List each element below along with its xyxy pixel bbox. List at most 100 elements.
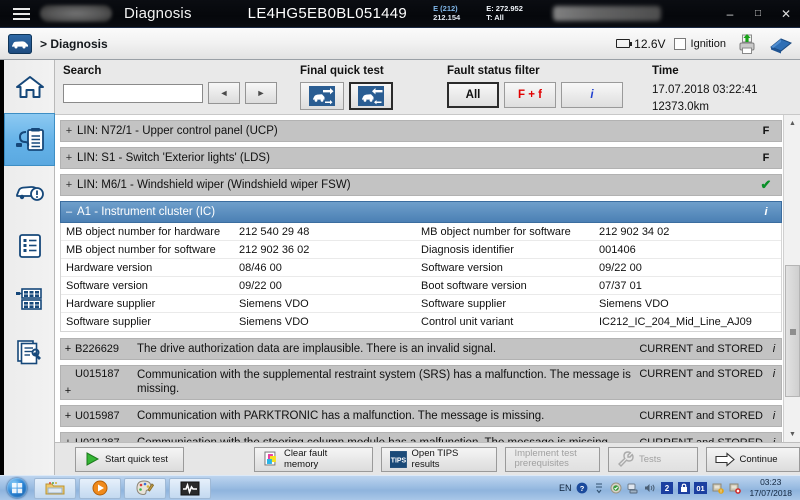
button-label: Open TIPS results bbox=[411, 448, 459, 470]
fault-status-filter-group: Fault status filter All F + f i bbox=[447, 65, 623, 108]
left-sidebar bbox=[0, 60, 55, 475]
button-label: Tests bbox=[638, 453, 662, 465]
filter-info-button[interactable]: i bbox=[561, 82, 623, 108]
search-prev-button[interactable]: ◄ bbox=[208, 82, 240, 104]
time-group: Time 17.07.2018 03:22:41 12373.0km bbox=[652, 65, 758, 115]
expand-icon[interactable]: + bbox=[61, 179, 77, 191]
detail-key: Software version bbox=[66, 279, 148, 292]
sidebar-item-control-units[interactable] bbox=[4, 272, 55, 325]
start-quick-test-button[interactable]: Start quick test bbox=[75, 446, 185, 472]
antivirus-tray-icon[interactable] bbox=[609, 482, 622, 495]
control-unit-list: + LIN: N72/1 - Upper control panel (UCP)… bbox=[55, 115, 800, 442]
taskbar-item-explorer[interactable] bbox=[34, 477, 76, 499]
expand-icon[interactable]: + bbox=[61, 385, 75, 397]
scroll-up-arrow[interactable]: ▲ bbox=[784, 115, 800, 131]
fault-info-icon[interactable]: i bbox=[767, 368, 781, 380]
button-label-line2: prerequisites bbox=[514, 458, 569, 469]
expand-icon[interactable]: + bbox=[61, 410, 75, 422]
list-item[interactable]: + LIN: S1 - Switch 'Exterior lights' (LD… bbox=[60, 147, 782, 169]
filter-ff-button[interactable]: F + f bbox=[504, 82, 556, 108]
final-quick-test-label: Final quick test bbox=[300, 65, 384, 77]
list-item[interactable]: + LIN: N72/1 - Upper control panel (UCP)… bbox=[60, 120, 782, 142]
tips-icon: TIPS bbox=[389, 450, 407, 468]
search-label: Search bbox=[63, 65, 102, 77]
security-tray-icon[interactable] bbox=[677, 482, 690, 495]
print-upload-icon[interactable] bbox=[734, 32, 760, 56]
ignition-checkbox[interactable] bbox=[673, 37, 686, 50]
sync-tray-icon[interactable]: 2 bbox=[660, 482, 673, 495]
detail-key: Control unit variant bbox=[421, 316, 514, 328]
collapse-icon[interactable]: – bbox=[61, 206, 77, 218]
taskbar-item-paint[interactable] bbox=[124, 477, 166, 499]
fault-row[interactable]: + U015987 Communication with PARKTRONIC … bbox=[60, 404, 782, 427]
detail-key: Diagnosis identifier bbox=[421, 243, 514, 256]
list-item[interactable]: + LIN: M6/1 - Windshield wiper (Windshie… bbox=[60, 174, 782, 196]
quick-test-back-button[interactable] bbox=[349, 82, 393, 110]
fault-row[interactable]: + U021287 Communication with the steerin… bbox=[60, 431, 782, 442]
tray-expand-icon[interactable] bbox=[592, 482, 605, 495]
breadcrumb[interactable]: > Diagnosis bbox=[40, 37, 108, 51]
taskbar-item-media-player[interactable] bbox=[79, 477, 121, 499]
detail-value: Siemens VDO bbox=[239, 297, 309, 310]
sidebar-item-home[interactable] bbox=[4, 60, 55, 113]
fault-code: U015187 bbox=[75, 368, 120, 380]
documentation-book-icon[interactable] bbox=[768, 32, 794, 56]
control-unit-rows: + LIN: N72/1 - Upper control panel (UCP)… bbox=[55, 115, 782, 442]
svg-text:?: ? bbox=[580, 484, 585, 493]
network-tray-icon[interactable] bbox=[626, 482, 639, 495]
sidebar-item-vehicle-faults[interactable] bbox=[4, 166, 55, 219]
tests-button: Tests bbox=[607, 446, 698, 472]
wrench-icon bbox=[617, 451, 634, 467]
fault-row[interactable]: + U015187 Communication with the supplem… bbox=[60, 365, 782, 400]
clear-fault-memory-button[interactable]: Clear fault memory bbox=[254, 446, 373, 472]
menu-hamburger-icon[interactable] bbox=[6, 0, 36, 28]
action-bar: Start quick test Clear fault memory TIPS… bbox=[55, 442, 800, 475]
car-icon[interactable] bbox=[8, 33, 32, 54]
open-tips-results-button[interactable]: TIPS Open TIPS results bbox=[380, 446, 498, 472]
sidebar-item-diagnosis[interactable] bbox=[4, 113, 55, 166]
detail-key: Software version bbox=[421, 261, 503, 274]
close-button[interactable]: ✕ bbox=[772, 0, 800, 28]
counter-tray-icon[interactable]: 01 bbox=[694, 482, 708, 495]
expand-icon[interactable]: + bbox=[61, 152, 77, 164]
breadcrumb-bar: > Diagnosis 12.6V Ignition bbox=[0, 28, 800, 60]
update-warning-tray-icon[interactable]: ! bbox=[711, 482, 724, 495]
quick-test-forward-button[interactable] bbox=[300, 82, 344, 110]
minimize-button[interactable]: – bbox=[716, 0, 744, 28]
detail-key: MB object number for hardware bbox=[66, 225, 221, 238]
table-row: Software version 09/22 00 Boot software … bbox=[61, 277, 781, 295]
fault-info-icon[interactable]: i bbox=[767, 343, 781, 355]
detail-value: 08/46 00 bbox=[239, 261, 282, 274]
diagnosis-toolbar: Search ◄ ► Final quick test Fault status… bbox=[55, 60, 800, 115]
scrollbar-thumb[interactable] bbox=[785, 265, 800, 397]
help-tray-icon[interactable]: ? bbox=[575, 482, 588, 495]
search-next-button[interactable]: ► bbox=[245, 82, 277, 104]
eraser-icon bbox=[264, 451, 276, 466]
error-tray-icon[interactable] bbox=[728, 482, 741, 495]
volume-tray-icon[interactable] bbox=[643, 482, 656, 495]
filter-all-button[interactable]: All bbox=[447, 82, 499, 108]
button-label: Continue bbox=[739, 453, 778, 465]
start-button[interactable] bbox=[3, 477, 31, 499]
ignition-label: Ignition bbox=[690, 37, 726, 50]
sidebar-item-documents[interactable] bbox=[4, 325, 55, 378]
model-code: 212.154 bbox=[433, 12, 461, 22]
fault-info-icon[interactable]: i bbox=[767, 410, 781, 422]
continue-button[interactable]: Continue bbox=[705, 446, 800, 472]
folder-icon bbox=[45, 481, 65, 494]
language-indicator[interactable]: EN bbox=[559, 483, 572, 493]
paint-palette-icon bbox=[136, 480, 154, 496]
expand-icon[interactable]: + bbox=[61, 125, 77, 137]
list-item-selected[interactable]: – A1 - Instrument cluster (IC) i bbox=[60, 201, 782, 223]
expand-icon[interactable]: + bbox=[61, 343, 75, 355]
ignition-status[interactable]: Ignition bbox=[673, 37, 726, 50]
taskbar-clock[interactable]: 03:23 17/07/2018 bbox=[745, 477, 796, 498]
fault-row[interactable]: + B226629 The drive authorization data a… bbox=[60, 338, 782, 360]
taskbar-item-diagnosis-app[interactable] bbox=[169, 477, 211, 499]
search-input[interactable] bbox=[63, 83, 203, 103]
sidebar-item-event-list[interactable] bbox=[4, 219, 55, 272]
maximize-button[interactable]: □ bbox=[744, 0, 772, 28]
system-tray: EN ? 2 01 ! 03:23 17/07/2018 bbox=[559, 477, 800, 498]
scroll-down-arrow[interactable]: ▼ bbox=[784, 426, 800, 442]
vertical-scrollbar[interactable]: ▲ ▼ bbox=[783, 115, 800, 442]
